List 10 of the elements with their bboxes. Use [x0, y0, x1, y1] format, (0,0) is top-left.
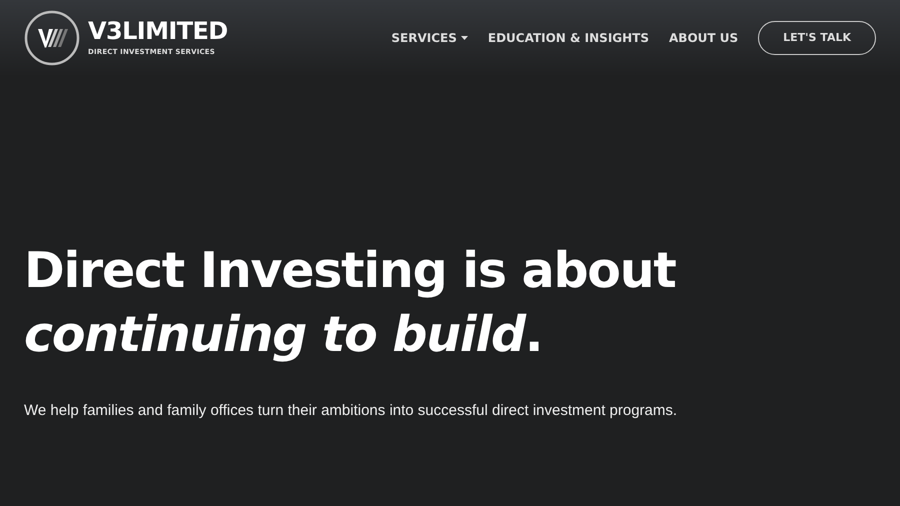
logo-icon: [24, 10, 80, 66]
nav-link[interactable]: SERVICES: [391, 29, 468, 47]
hero-subtitle: We help families and family offices turn their ambitions into successful direct investment programs.: [24, 401, 678, 422]
nav-link[interactable]: EDUCATION & INSIGHTS: [488, 29, 650, 47]
hero-headline: continuing to build.: [24, 304, 544, 365]
caret-icon: [460, 36, 468, 40]
nav-link[interactable]: ABOUT US: [669, 29, 738, 47]
brand-name: V3LIMITED: [88, 18, 228, 43]
lets-talk-button[interactable]: LET'S TALK: [758, 20, 876, 56]
hero-headline: Direct Investing is about: [24, 241, 677, 301]
